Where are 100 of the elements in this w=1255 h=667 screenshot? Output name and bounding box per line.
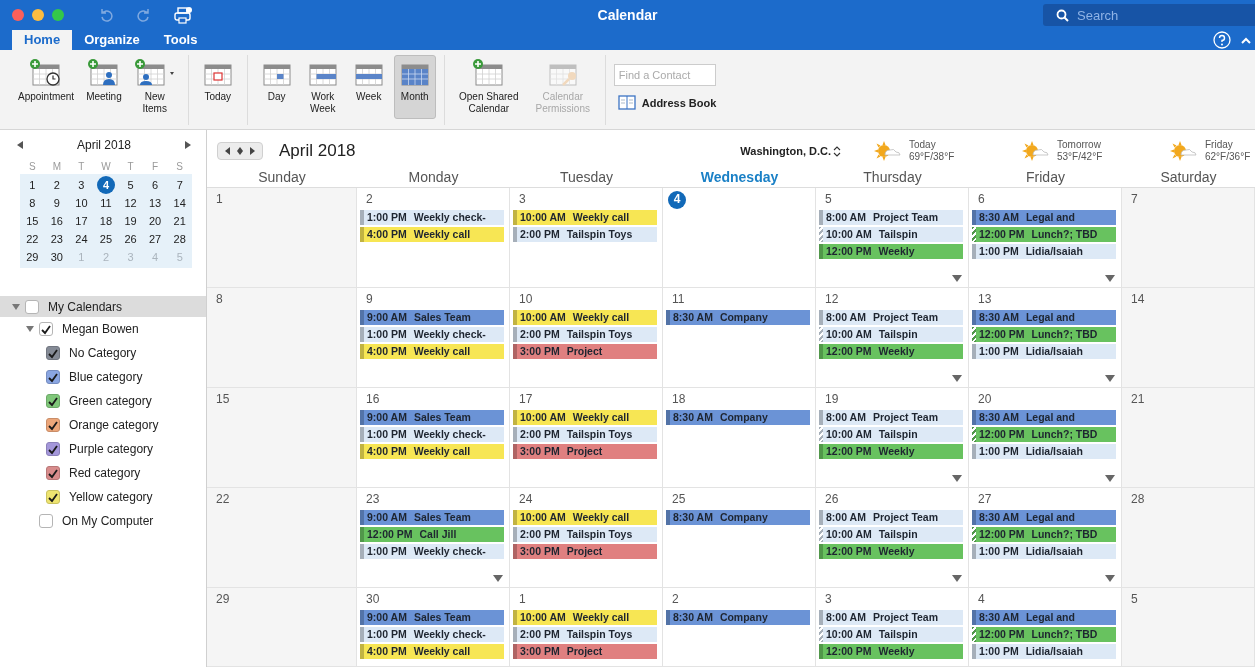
date-item[interactable]: 8 bbox=[20, 194, 45, 212]
calendar-event[interactable]: 3:00 PM Project bbox=[513, 644, 657, 659]
day-number[interactable]: 26 bbox=[819, 491, 839, 508]
calendar-event[interactable]: 10:00 AM Tailspin bbox=[819, 527, 963, 542]
meeting-button[interactable]: Meeting bbox=[82, 55, 126, 119]
day-number[interactable]: 10 bbox=[513, 291, 533, 308]
calendar-event[interactable]: 12:00 PM Weekly bbox=[819, 344, 963, 359]
calendar-name[interactable]: Green category bbox=[69, 394, 152, 408]
day-number[interactable]: 11 bbox=[666, 291, 685, 308]
calendar-name[interactable]: Blue category bbox=[69, 370, 143, 384]
calendar-name[interactable]: Orange category bbox=[69, 418, 159, 432]
calendar-name[interactable]: Red category bbox=[69, 466, 141, 480]
calendar-event[interactable]: 8:00 AM Project Team bbox=[819, 310, 963, 325]
contact-search-field[interactable]: Find a Contact bbox=[613, 64, 716, 86]
date-item[interactable]: 15 bbox=[20, 212, 45, 230]
day-number[interactable]: 25 bbox=[666, 491, 686, 508]
day-button[interactable]: Day bbox=[255, 55, 298, 119]
day-number[interactable]: 3 bbox=[513, 191, 526, 208]
day-number[interactable]: 27 bbox=[972, 491, 992, 508]
calendar-name[interactable]: My Calendars bbox=[48, 299, 123, 314]
checkbox[interactable] bbox=[39, 322, 53, 336]
next-month-button[interactable] bbox=[184, 140, 192, 150]
day-number[interactable]: 4 bbox=[668, 191, 686, 209]
calendar-event[interactable]: 3:00 PM Project bbox=[513, 444, 657, 459]
date-item[interactable]: 6 bbox=[142, 176, 168, 194]
calendar-event[interactable]: 12:00 PM Weekly bbox=[819, 444, 963, 459]
calendar-event[interactable]: 1:00 PM Weekly check- bbox=[360, 327, 504, 342]
calendar-name[interactable]: On My Computer bbox=[62, 514, 154, 528]
today-button[interactable]: Today bbox=[196, 55, 239, 119]
day-number[interactable]: 8 bbox=[210, 291, 223, 308]
tab[interactable]: Tools bbox=[151, 30, 210, 50]
calendar-event[interactable]: 3:00 PM Project bbox=[513, 344, 657, 359]
date-item[interactable]: 16 bbox=[44, 212, 70, 230]
date-item[interactable]: 27 bbox=[142, 230, 168, 248]
calendar-event[interactable]: 8:30 AM Company bbox=[666, 410, 810, 425]
previous-month-button[interactable] bbox=[16, 140, 24, 150]
date-item[interactable]: 28 bbox=[167, 230, 192, 248]
calendar-event[interactable]: 4:00 PM Weekly call bbox=[360, 444, 504, 459]
calendar-event[interactable]: 4:00 PM Weekly call bbox=[360, 344, 504, 359]
date-item[interactable]: 7 bbox=[167, 176, 192, 194]
day-number[interactable]: 23 bbox=[360, 491, 380, 508]
date-item[interactable]: 1 bbox=[20, 176, 45, 194]
day-number[interactable]: 28 bbox=[1125, 491, 1145, 508]
date-item[interactable]: 26 bbox=[118, 230, 143, 248]
printer-icon[interactable] bbox=[174, 6, 193, 24]
day-number[interactable]: 30 bbox=[360, 591, 380, 608]
calendar-name[interactable]: Yellow category bbox=[69, 490, 153, 504]
day-number[interactable]: 2 bbox=[666, 591, 679, 608]
calendar-event[interactable]: 2:00 PM Tailspin Toys bbox=[513, 327, 657, 342]
collapse-ribbon-icon[interactable] bbox=[1241, 35, 1251, 45]
shared-button[interactable]: Open Shared Calendar bbox=[452, 55, 525, 119]
calendar-event[interactable]: 9:00 AM Sales Team bbox=[360, 610, 504, 625]
date-item[interactable]: 25 bbox=[93, 230, 119, 248]
date-item[interactable]: 10 bbox=[69, 194, 94, 212]
day-number[interactable]: 13 bbox=[972, 291, 992, 308]
more-icon[interactable] bbox=[952, 475, 962, 482]
day-number[interactable]: 21 bbox=[1125, 391, 1145, 408]
minimize-button[interactable] bbox=[32, 9, 44, 21]
day-number[interactable]: 12 bbox=[819, 291, 839, 308]
calendar-event[interactable]: 1:00 PM Lidia/Isaiah bbox=[972, 644, 1116, 659]
calendar-event[interactable]: 10:00 AM Weekly call bbox=[513, 310, 657, 325]
checkbox[interactable] bbox=[46, 490, 60, 504]
disclosure-triangle-icon[interactable] bbox=[26, 325, 34, 333]
calendar-event[interactable]: 12:00 PM Lunch?; TBD bbox=[972, 627, 1116, 642]
day-number[interactable]: 7 bbox=[1125, 191, 1138, 208]
tab[interactable]: Organize bbox=[72, 30, 152, 50]
date-item[interactable]: 19 bbox=[118, 212, 143, 230]
tab[interactable]: Home bbox=[12, 30, 73, 50]
calendar-event[interactable]: 1:00 PM Lidia/Isaiah bbox=[972, 444, 1116, 459]
calendar-event[interactable]: 12:00 PM Lunch?; TBD bbox=[972, 227, 1116, 242]
calendar-event[interactable]: 8:30 AM Legal and bbox=[972, 610, 1116, 625]
calendar-event[interactable]: 10:00 AM Weekly call bbox=[513, 210, 657, 225]
day-number[interactable]: 1 bbox=[513, 591, 526, 608]
calendar-event[interactable]: 8:30 AM Legal and bbox=[972, 310, 1116, 325]
date-item[interactable]: 23 bbox=[44, 230, 70, 248]
calendar-event[interactable]: 9:00 AM Sales Team bbox=[360, 410, 504, 425]
calendar-event[interactable]: 2:00 PM Tailspin Toys bbox=[513, 227, 657, 242]
day-number[interactable]: 19 bbox=[819, 391, 839, 408]
date-item[interactable]: 21 bbox=[167, 212, 192, 230]
calendar-event[interactable]: 3:00 PM Project bbox=[513, 544, 657, 559]
day-number[interactable]: 18 bbox=[666, 391, 686, 408]
more-icon[interactable] bbox=[1105, 375, 1115, 382]
checkbox[interactable] bbox=[46, 418, 60, 432]
calendar-event[interactable]: 10:00 AM Tailspin bbox=[819, 627, 963, 642]
calendar-event[interactable]: 8:00 AM Project Team bbox=[819, 610, 963, 625]
checkbox[interactable] bbox=[46, 466, 60, 480]
date-item[interactable]: 22 bbox=[20, 230, 45, 248]
day-number[interactable]: 16 bbox=[360, 391, 380, 408]
day-number[interactable]: 6 bbox=[972, 191, 985, 208]
day-number[interactable]: 14 bbox=[1125, 291, 1145, 308]
location-selector[interactable]: Washington, D.C. bbox=[740, 145, 841, 157]
more-icon[interactable] bbox=[952, 275, 962, 282]
calendar-event[interactable]: 12:00 PM Call Jill bbox=[360, 527, 504, 542]
calendar-event[interactable]: 1:00 PM Lidia/Isaiah bbox=[972, 244, 1116, 259]
more-icon[interactable] bbox=[952, 575, 962, 582]
more-icon[interactable] bbox=[493, 575, 503, 582]
day-number[interactable]: 1 bbox=[210, 191, 223, 208]
help-icon[interactable] bbox=[1213, 31, 1231, 49]
calendar-event[interactable]: 4:00 PM Weekly call bbox=[360, 644, 504, 659]
calendar-event[interactable]: 1:00 PM Lidia/Isaiah bbox=[972, 344, 1116, 359]
